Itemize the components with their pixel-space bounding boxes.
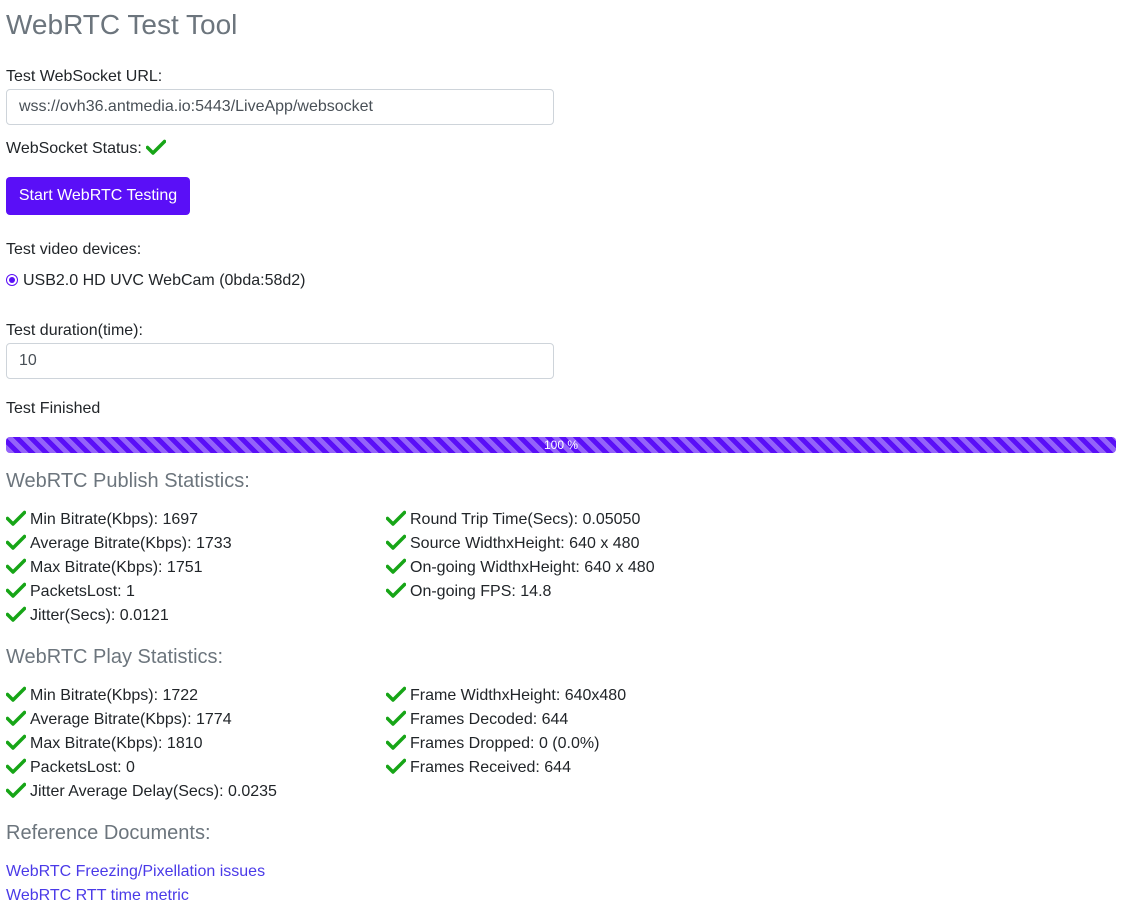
check-icon: [6, 686, 26, 702]
stat-item: Round Trip Time(Secs): 0.05050: [386, 508, 640, 532]
websocket-status-label: WebSocket Status:: [6, 140, 142, 157]
stat-text: Max Bitrate(Kbps): 1810: [30, 735, 203, 752]
stat-text: Source WidthxHeight: 640 x 480: [410, 535, 640, 552]
stat-item: Average Bitrate(Kbps): 1733: [6, 532, 232, 556]
progress-fill: 100 %: [6, 437, 1116, 453]
stat-text: Max Bitrate(Kbps): 1751: [30, 559, 203, 576]
stat-text: Jitter Average Delay(Secs): 0.0235: [30, 783, 277, 800]
stat-text: Average Bitrate(Kbps): 1774: [30, 711, 232, 728]
duration-label: Test duration(time):: [6, 322, 143, 339]
check-icon: [6, 782, 26, 798]
page-title: WebRTC Test Tool: [6, 9, 238, 40]
check-icon: [6, 534, 26, 550]
stat-text: Average Bitrate(Kbps): 1733: [30, 535, 232, 552]
start-webrtc-testing-button[interactable]: Start WebRTC Testing: [6, 177, 190, 215]
check-icon: [6, 710, 26, 726]
stat-text: Min Bitrate(Kbps): 1697: [30, 511, 199, 528]
check-icon: [386, 734, 406, 750]
stat-item: Average Bitrate(Kbps): 1774: [6, 708, 232, 732]
stat-item: Frames Received: 644: [386, 756, 571, 780]
duration-input[interactable]: [6, 343, 554, 379]
check-icon: [6, 582, 26, 598]
stat-text: Round Trip Time(Secs): 0.05050: [410, 511, 641, 528]
stat-text: PacketsLost: 1: [30, 583, 135, 600]
stat-text: Frames Received: 644: [410, 759, 571, 776]
check-icon: [386, 582, 406, 598]
video-device-label: USB2.0 HD UVC WebCam (0bda:58d2): [23, 272, 306, 289]
check-icon: [6, 734, 26, 750]
check-icon: [386, 510, 406, 526]
check-icon: [6, 606, 26, 622]
check-icon: [146, 139, 167, 155]
stat-text: On-going FPS: 14.8: [410, 583, 552, 600]
check-icon: [386, 534, 406, 550]
reference-docs-heading: Reference Documents:: [6, 822, 211, 844]
stat-text: On-going WidthxHeight: 640 x 480: [410, 559, 655, 576]
stat-text: Frame WidthxHeight: 640x480: [410, 687, 627, 704]
reference-link-freezing[interactable]: WebRTC Freezing/Pixellation issues: [6, 860, 265, 884]
video-devices-label: Test video devices:: [6, 241, 142, 258]
stat-text: Min Bitrate(Kbps): 1722: [30, 687, 199, 704]
video-device-option[interactable]: USB2.0 HD UVC WebCam (0bda:58d2): [6, 271, 306, 291]
stat-item: Max Bitrate(Kbps): 1751: [6, 556, 203, 580]
test-status: Test Finished: [6, 400, 101, 417]
websocket-status: WebSocket Status:: [6, 139, 167, 159]
stat-item: Frames Decoded: 644: [386, 708, 568, 732]
stat-item: Source WidthxHeight: 640 x 480: [386, 532, 639, 556]
check-icon: [386, 686, 406, 702]
radio-selected-icon[interactable]: [6, 274, 18, 286]
stat-text: Frames Dropped: 0 (0.0%): [410, 735, 600, 752]
stat-item: Frames Dropped: 0 (0.0%): [386, 732, 599, 756]
stat-item: Min Bitrate(Kbps): 1722: [6, 684, 198, 708]
stat-text: Frames Decoded: 644: [410, 711, 569, 728]
stat-item: Min Bitrate(Kbps): 1697: [6, 508, 198, 532]
check-icon: [386, 710, 406, 726]
websocket-url-input[interactable]: [6, 89, 554, 125]
stat-item: Max Bitrate(Kbps): 1810: [6, 732, 203, 756]
play-stats-heading: WebRTC Play Statistics:: [6, 646, 224, 668]
check-icon: [386, 758, 406, 774]
publish-stats-heading: WebRTC Publish Statistics:: [6, 470, 250, 492]
stat-item: On-going FPS: 14.8: [386, 580, 551, 604]
stat-text: PacketsLost: 0: [30, 759, 135, 776]
progress-bar: 100 %: [6, 437, 1116, 453]
stat-item: Jitter Average Delay(Secs): 0.0235: [6, 780, 277, 804]
check-icon: [6, 758, 26, 774]
stat-text: Jitter(Secs): 0.0121: [30, 607, 169, 624]
check-icon: [6, 558, 26, 574]
reference-link-rtt[interactable]: WebRTC RTT time metric: [6, 884, 189, 908]
check-icon: [386, 558, 406, 574]
check-icon: [6, 510, 26, 526]
stat-item: On-going WidthxHeight: 640 x 480: [386, 556, 655, 580]
stat-item: PacketsLost: 0: [6, 756, 135, 780]
stat-item: Frame WidthxHeight: 640x480: [386, 684, 626, 708]
websocket-url-label: Test WebSocket URL:: [6, 68, 163, 85]
stat-item: PacketsLost: 1: [6, 580, 135, 604]
stat-item: Jitter(Secs): 0.0121: [6, 604, 169, 628]
